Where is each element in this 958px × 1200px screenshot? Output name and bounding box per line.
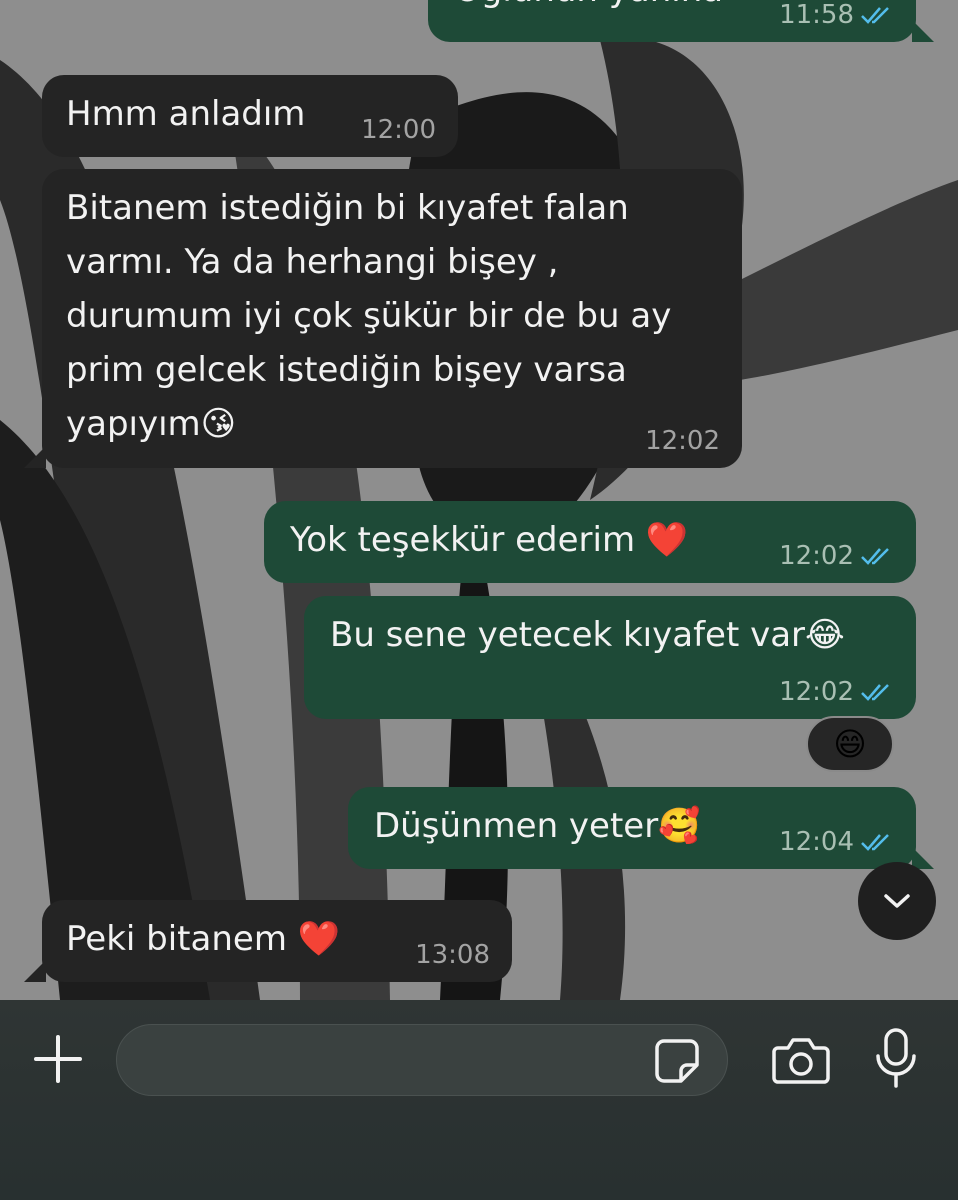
double-check-icon — [861, 7, 889, 24]
double-check-icon — [861, 834, 889, 851]
message-time: 12:02 — [645, 426, 720, 456]
message-meta: 12:02 — [779, 677, 894, 707]
message-line: Bitanem istediğin bi kıyafet falan — [66, 188, 629, 228]
message-time: 12:02 — [779, 677, 854, 707]
message-text: Bu sene yetecek kıyafet var😂 — [330, 615, 845, 655]
message-line: yapıyım😘 — [66, 404, 237, 444]
message-bubble-incoming[interactable]: Bitanem istediğin bi kıyafet falan varmı… — [42, 169, 742, 468]
bubble-tail — [912, 20, 934, 42]
message-time: 12:04 — [779, 827, 854, 857]
message-input[interactable] — [116, 1024, 728, 1096]
camera-icon[interactable] — [772, 1034, 830, 1086]
chevron-down-icon — [884, 894, 910, 908]
bubble-tail — [24, 960, 46, 982]
message-time: 13:08 — [415, 940, 490, 970]
message-line: prim gelcek istediğin bişey varsa — [66, 350, 627, 390]
message-meta: 12:04 — [779, 827, 894, 857]
message-meta: 12:02 — [645, 426, 720, 456]
message-reaction[interactable]: 😄 — [806, 716, 894, 772]
message-line: durumum iyi çok şükür bir de bu ay — [66, 296, 672, 336]
message-time: 11:58 — [779, 0, 854, 30]
message-time: 12:02 — [779, 541, 854, 571]
message-bubble-outgoing[interactable]: Düşünmen yeter🥰 12:04 — [348, 787, 916, 869]
message-meta: 13:08 — [415, 940, 490, 970]
message-line: varmı. Ya da herhangi bişey , — [66, 242, 559, 282]
message-bubble-outgoing[interactable]: Oğlunun yanına 11:58 — [428, 0, 916, 42]
sticker-icon[interactable] — [654, 1038, 700, 1084]
message-meta: 12:00 — [361, 115, 436, 145]
double-check-icon — [861, 684, 889, 701]
message-meta: 12:02 — [779, 541, 894, 571]
message-bubble-incoming[interactable]: Peki bitanem ❤️ 13:08 — [42, 900, 512, 982]
message-bubble-outgoing[interactable]: Yok teşekkür ederim ❤️ 12:02 — [264, 501, 916, 583]
message-bubble-outgoing[interactable]: Bu sene yetecek kıyafet var😂 12:02 — [304, 596, 916, 719]
double-check-icon — [861, 548, 889, 565]
message-bubble-incoming[interactable]: Hmm anladım 12:00 — [42, 75, 458, 157]
plus-icon[interactable] — [32, 1033, 84, 1085]
message-meta: 11:58 — [779, 0, 894, 30]
reaction-emoji: 😄 — [833, 725, 867, 763]
bubble-tail — [24, 446, 46, 468]
microphone-icon[interactable] — [874, 1028, 918, 1088]
scroll-to-bottom-button[interactable] — [858, 862, 936, 940]
message-time: 12:00 — [361, 115, 436, 145]
